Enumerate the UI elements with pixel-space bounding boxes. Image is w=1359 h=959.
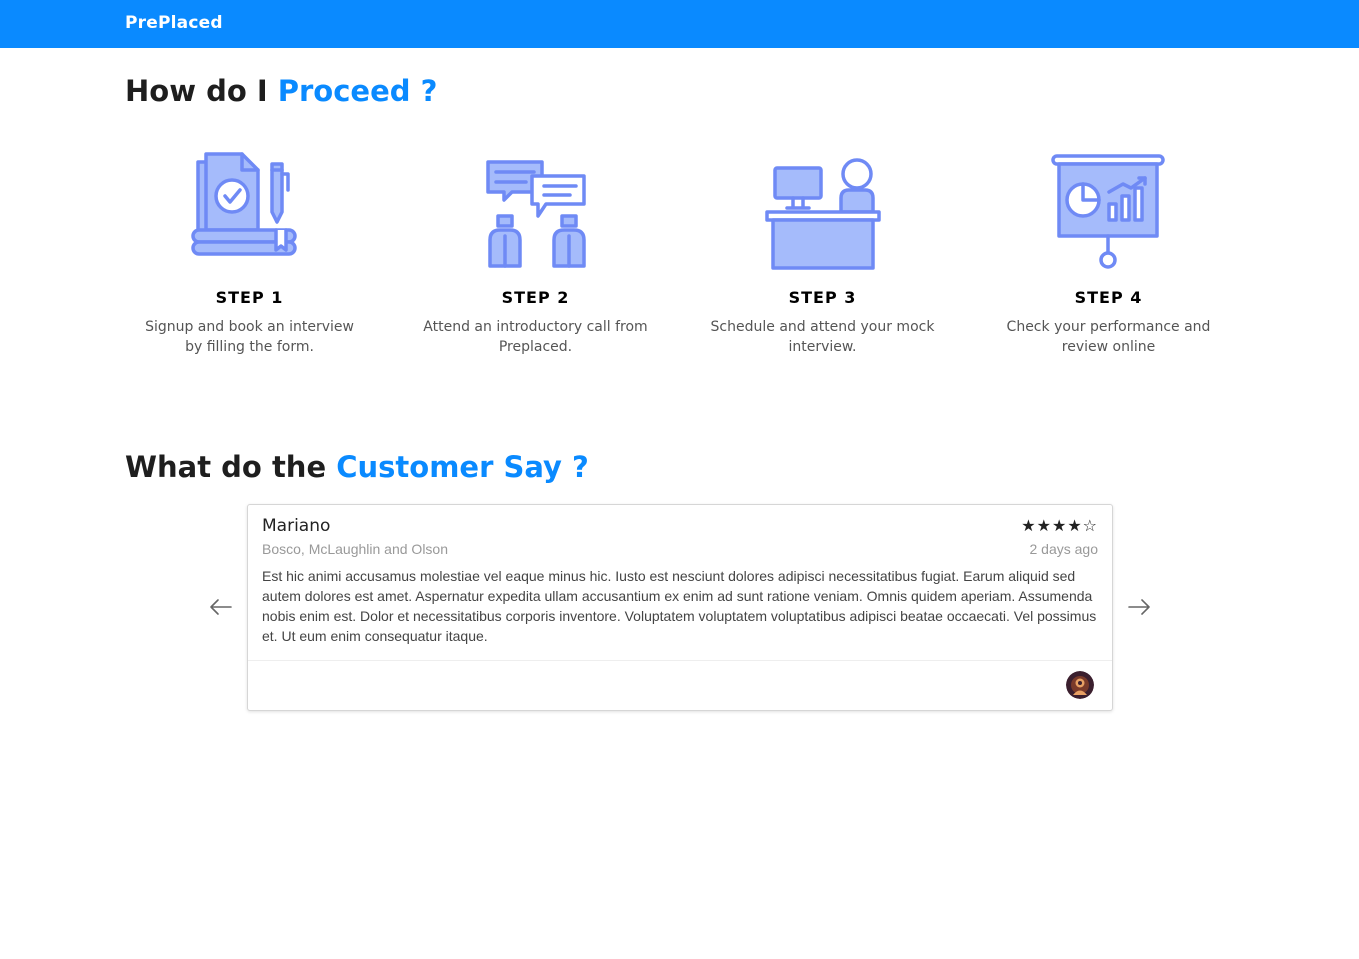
step-card-2: STEP 2 Attend an introductory call from … [392, 150, 679, 357]
signup-form-icon [190, 152, 297, 256]
arrow-right-icon[interactable] [1126, 594, 1152, 620]
star-rating: ★★★★☆ [1021, 516, 1098, 535]
reviewer-name: Mariano [262, 516, 331, 536]
review-timestamp: 2 days ago [1029, 541, 1099, 557]
avatar [1066, 671, 1094, 699]
step-description: Attend an introductory call from Preplac… [423, 319, 648, 355]
step-description: Signup and book an interview by filling … [145, 319, 354, 355]
step-title: STEP 3 [788, 288, 857, 307]
step-title: STEP 2 [501, 288, 570, 307]
arrow-left-icon[interactable] [208, 594, 234, 620]
presentation-chart-icon [1050, 154, 1165, 269]
process-heading: How do I Proceed ? [125, 74, 437, 108]
conversation-icon [485, 160, 586, 268]
process-heading-accent: Proceed ? [277, 74, 438, 108]
reviewer-company: Bosco, McLaughlin and Olson [262, 541, 448, 557]
testimonials-heading: What do the Customer Say ? [125, 450, 589, 484]
review-text: Est hic animi accusamus molestiae vel ea… [262, 568, 1097, 644]
step-description: Schedule and attend your mock interview. [710, 319, 935, 355]
step-card-1: STEP 1 Signup and book an interview by f… [106, 150, 393, 357]
top-navbar: PrePlaced [0, 0, 1359, 48]
interview-desk-icon [764, 158, 881, 270]
step-title: STEP 4 [1074, 288, 1143, 307]
testimonials-heading-accent: Customer Say ? [336, 450, 589, 484]
card-divider [248, 660, 1112, 661]
step-card-3: STEP 3 Schedule and attend your mock int… [679, 150, 966, 357]
testimonials-heading-plain: What do the [125, 450, 337, 484]
step-title: STEP 1 [215, 288, 284, 307]
step-card-4: STEP 4 Check your performance and review… [965, 150, 1252, 357]
review-card: Mariano Bosco, McLaughlin and Olson ★★★★… [247, 504, 1113, 711]
step-description: Check your performance and review online [1006, 319, 1211, 355]
brand-logo-link[interactable]: PrePlaced [125, 13, 223, 33]
process-heading-plain: How do I [125, 74, 278, 108]
